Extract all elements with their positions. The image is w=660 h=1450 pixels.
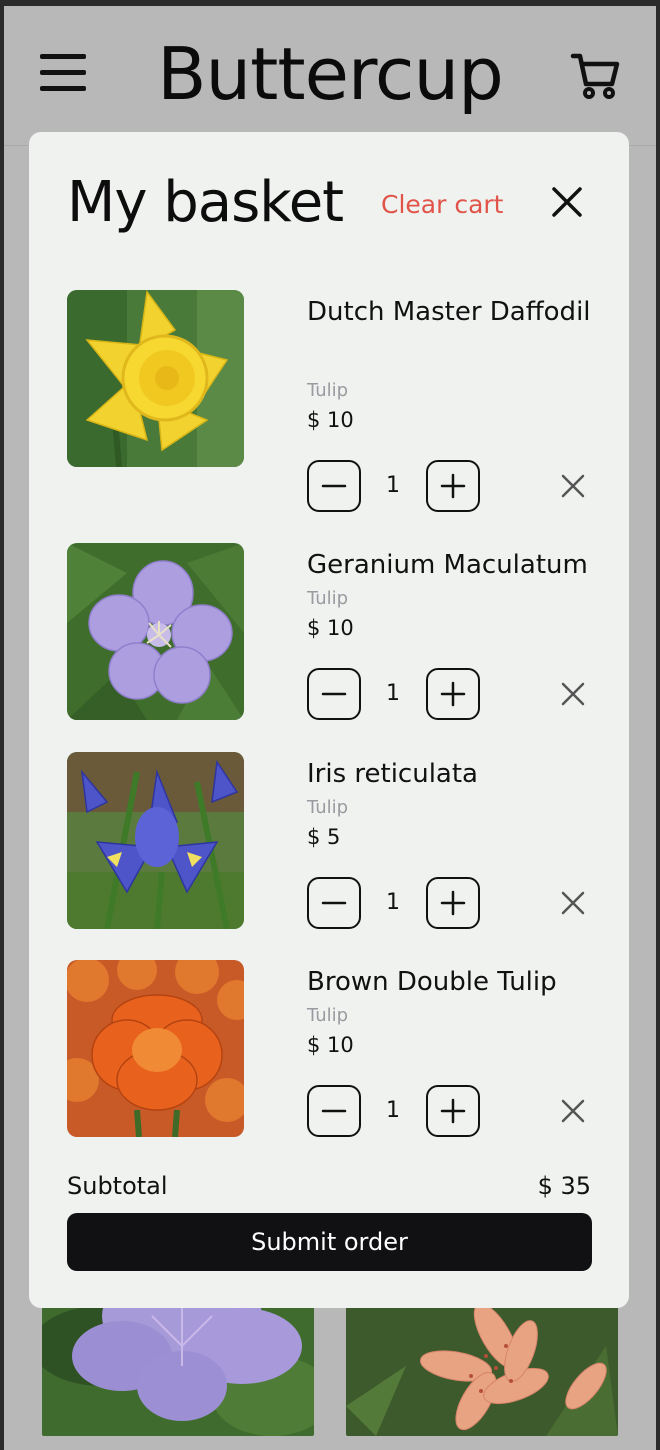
- product-thumbnail: [67, 290, 244, 467]
- item-category: Tulip: [307, 380, 349, 401]
- brand-logo[interactable]: Buttercup: [4, 32, 656, 116]
- item-name[interactable]: Brown Double Tulip: [307, 960, 597, 1005]
- minus-icon: [321, 901, 347, 905]
- product-card-image[interactable]: [346, 1306, 618, 1436]
- minus-icon: [321, 692, 347, 696]
- plus-icon: [440, 473, 466, 499]
- remove-item-icon[interactable]: [559, 680, 587, 708]
- product-thumbnail: [67, 752, 244, 929]
- item-name[interactable]: Geranium Maculatum: [307, 543, 597, 588]
- item-quantity: 1: [386, 1098, 400, 1123]
- basket-title: My basket: [67, 170, 344, 235]
- remove-item-icon[interactable]: [559, 889, 587, 917]
- item-name[interactable]: Dutch Master Daffodil: [307, 290, 597, 335]
- item-category: Tulip: [307, 588, 349, 609]
- item-category: Tulip: [307, 797, 349, 818]
- decrease-quantity-button[interactable]: [307, 668, 361, 720]
- subtotal-value: $ 35: [537, 1172, 591, 1200]
- product-thumbnail: [67, 960, 244, 1137]
- submit-order-button[interactable]: Submit order: [67, 1213, 592, 1271]
- decrease-quantity-button[interactable]: [307, 1085, 361, 1137]
- remove-item-icon[interactable]: [559, 1097, 587, 1125]
- item-category: Tulip: [307, 1005, 349, 1026]
- top-bar: Buttercup: [4, 6, 656, 146]
- app-screen: Buttercup My basket Clear cart Dutch Mas…: [4, 6, 656, 1450]
- item-quantity: 1: [386, 890, 400, 915]
- item-price: $ 5: [307, 825, 341, 849]
- item-price: $ 10: [307, 408, 354, 432]
- plus-icon: [440, 1098, 466, 1124]
- minus-icon: [321, 1109, 347, 1113]
- remove-item-icon[interactable]: [559, 472, 587, 500]
- increase-quantity-button[interactable]: [426, 1085, 480, 1137]
- clear-cart-button[interactable]: Clear cart: [381, 190, 503, 219]
- plus-icon: [440, 681, 466, 707]
- decrease-quantity-button[interactable]: [307, 460, 361, 512]
- increase-quantity-button[interactable]: [426, 460, 480, 512]
- basket-panel: My basket Clear cart Dutch Master Daffod…: [29, 132, 629, 1308]
- minus-icon: [321, 484, 347, 488]
- increase-quantity-button[interactable]: [426, 668, 480, 720]
- item-quantity: 1: [386, 681, 400, 706]
- shopping-cart-icon[interactable]: [570, 50, 620, 100]
- subtotal-label: Subtotal: [67, 1172, 168, 1200]
- plus-icon: [440, 890, 466, 916]
- item-price: $ 10: [307, 1033, 354, 1057]
- decrease-quantity-button[interactable]: [307, 877, 361, 929]
- product-card-image[interactable]: [42, 1306, 314, 1436]
- close-icon[interactable]: [551, 186, 583, 218]
- increase-quantity-button[interactable]: [426, 877, 480, 929]
- item-quantity: 1: [386, 473, 400, 498]
- item-name[interactable]: Iris reticulata: [307, 752, 597, 797]
- item-price: $ 10: [307, 616, 354, 640]
- product-thumbnail: [67, 543, 244, 720]
